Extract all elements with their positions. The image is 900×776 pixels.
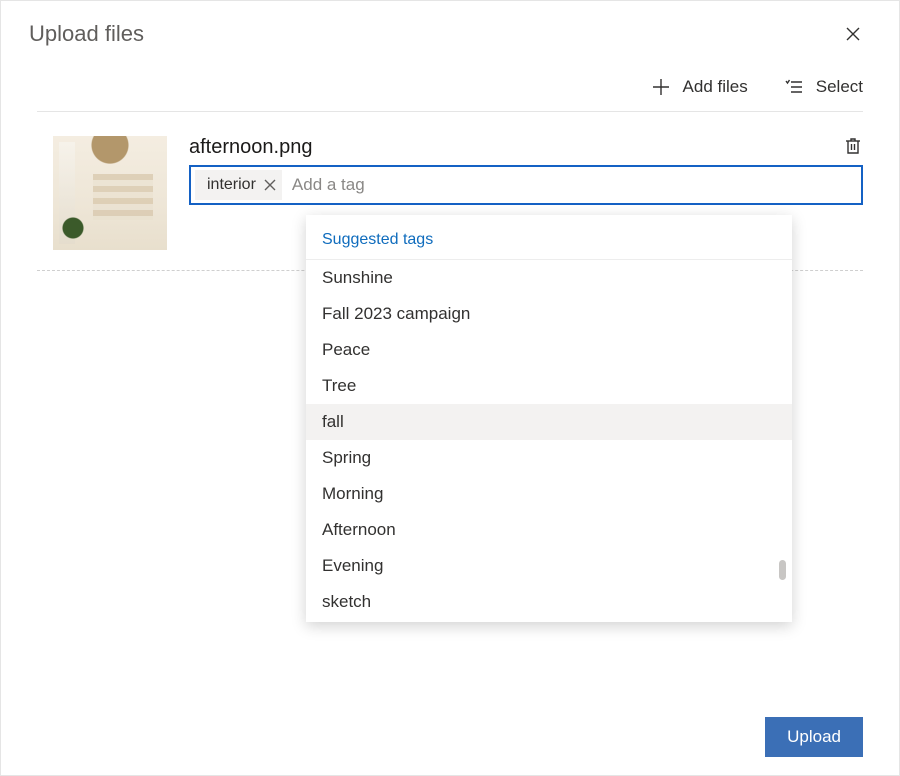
suggestions-header: Suggested tags (306, 215, 792, 259)
suggestion-item[interactable]: Tree (306, 368, 792, 404)
tag-field[interactable]: interior (189, 165, 863, 205)
suggestion-item[interactable]: sketch (306, 584, 792, 620)
dialog-title: Upload files (29, 21, 144, 47)
thumbnail-image (53, 136, 167, 250)
dialog-header: Upload files (1, 1, 899, 57)
add-files-button[interactable]: Add files (651, 77, 748, 97)
suggestion-item[interactable]: fall (306, 404, 792, 440)
scrollbar-thumb[interactable] (779, 560, 786, 580)
select-label: Select (816, 77, 863, 97)
select-button[interactable]: Select (784, 77, 863, 97)
close-button[interactable] (843, 24, 863, 44)
trash-icon (843, 136, 863, 156)
tag-suggestions-dropdown: Suggested tags SunshineFall 2023 campaig… (306, 215, 792, 622)
file-thumbnail[interactable] (53, 136, 167, 250)
suggestion-item[interactable]: Peace (306, 332, 792, 368)
close-icon (845, 26, 861, 42)
toolbar: Add files Select (1, 57, 899, 111)
select-list-icon (784, 77, 804, 97)
tag-chip-label: interior (207, 176, 256, 194)
upload-button[interactable]: Upload (765, 717, 863, 757)
upload-dialog: Upload files Add files Select afternoon.… (0, 0, 900, 776)
suggestions-list: SunshineFall 2023 campaignPeaceTreefallS… (306, 260, 792, 620)
suggestion-item[interactable]: Afternoon (306, 512, 792, 548)
suggestion-item[interactable]: Morning (306, 476, 792, 512)
close-icon (264, 179, 276, 191)
plus-icon (651, 77, 671, 97)
suggestion-item[interactable]: Sunshine (306, 260, 792, 296)
delete-file-button[interactable] (843, 136, 863, 161)
file-main: afternoon.png interior (189, 136, 863, 205)
tag-input[interactable] (286, 167, 857, 203)
remove-tag-button[interactable] (264, 179, 276, 191)
file-name: afternoon.png (189, 136, 863, 159)
suggestion-item[interactable]: Evening (306, 548, 792, 584)
suggestion-item[interactable]: Fall 2023 campaign (306, 296, 792, 332)
dialog-footer: Upload (765, 717, 863, 757)
tag-chip: interior (195, 170, 282, 200)
suggestion-item[interactable]: Spring (306, 440, 792, 476)
add-files-label: Add files (683, 77, 748, 97)
